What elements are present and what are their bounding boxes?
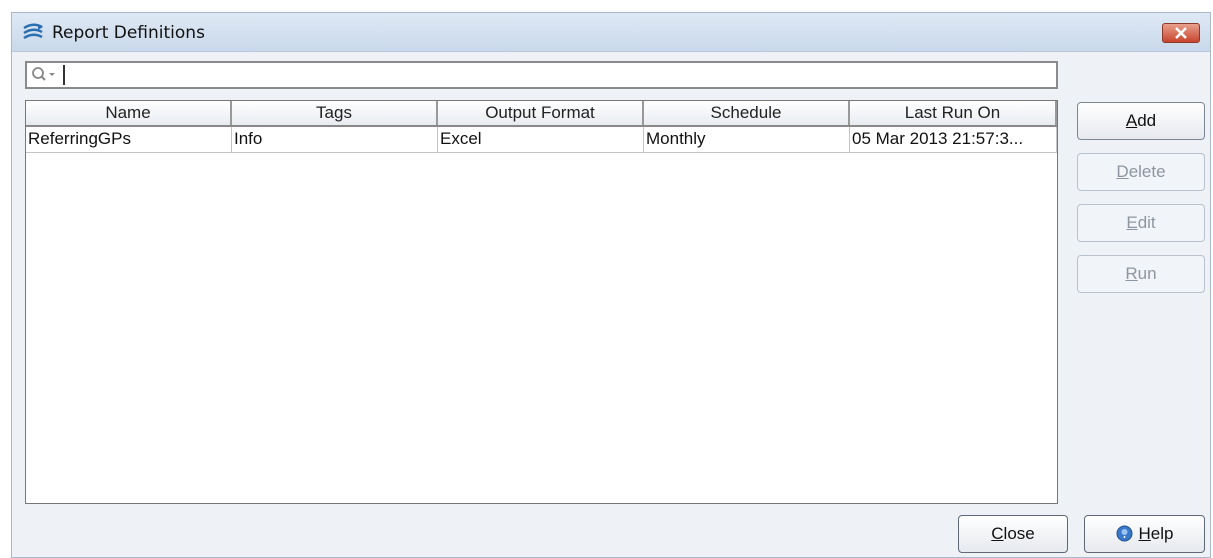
delete-button[interactable]: Delete (1077, 153, 1205, 191)
edit-mnemonic: E (1126, 213, 1138, 232)
add-label: dd (1137, 111, 1157, 130)
cell-schedule: Monthly (644, 127, 850, 152)
help-icon (1116, 525, 1133, 542)
delete-mnemonic: D (1116, 162, 1129, 181)
run-mnemonic: R (1125, 264, 1138, 283)
help-button[interactable]: Help (1084, 515, 1205, 553)
close-icon (1175, 27, 1187, 39)
window-close-button[interactable] (1162, 23, 1200, 43)
title-bar: Report Definitions (12, 13, 1210, 52)
table-row[interactable]: ReferringGPs Info Excel Monthly 05 Mar 2… (26, 127, 1057, 153)
search-input[interactable] (67, 63, 1056, 89)
add-mnemonic: A (1125, 111, 1138, 130)
close-mnemonic: C (991, 524, 1004, 543)
close-label: lose (1003, 524, 1035, 543)
add-button[interactable]: Add (1077, 102, 1205, 140)
column-header-name[interactable]: Name (26, 101, 232, 125)
cell-last-run-on: 05 Mar 2013 21:57:3... (850, 127, 1057, 152)
column-header-schedule[interactable]: Schedule (644, 101, 850, 125)
cell-output-format: Excel (438, 127, 644, 152)
delete-label: elete (1128, 162, 1166, 181)
app-logo-icon (23, 23, 43, 40)
table-header: Name Tags Output Format Schedule Last Ru… (26, 101, 1057, 127)
run-label: un (1137, 264, 1157, 283)
help-label: elp (1150, 524, 1174, 543)
search-icon (32, 67, 55, 81)
window-title: Report Definitions (52, 23, 205, 43)
edit-label: dit (1137, 213, 1156, 232)
column-header-tags[interactable]: Tags (232, 101, 438, 125)
report-definitions-table: Name Tags Output Format Schedule Last Ru… (25, 100, 1058, 504)
column-header-last-run-on[interactable]: Last Run On (850, 101, 1057, 125)
help-mnemonic: H (1138, 524, 1151, 543)
close-button[interactable]: Close (958, 515, 1068, 553)
search-field[interactable] (25, 61, 1058, 89)
run-button[interactable]: Run (1077, 255, 1205, 293)
cell-name: ReferringGPs (26, 127, 232, 152)
search-dropdown-button[interactable] (29, 65, 65, 85)
column-header-output-format[interactable]: Output Format (438, 101, 644, 125)
cell-tags: Info (232, 127, 438, 152)
edit-button[interactable]: Edit (1077, 204, 1205, 242)
report-definitions-dialog: Report Definitions Name Tags Output Form… (11, 12, 1211, 558)
